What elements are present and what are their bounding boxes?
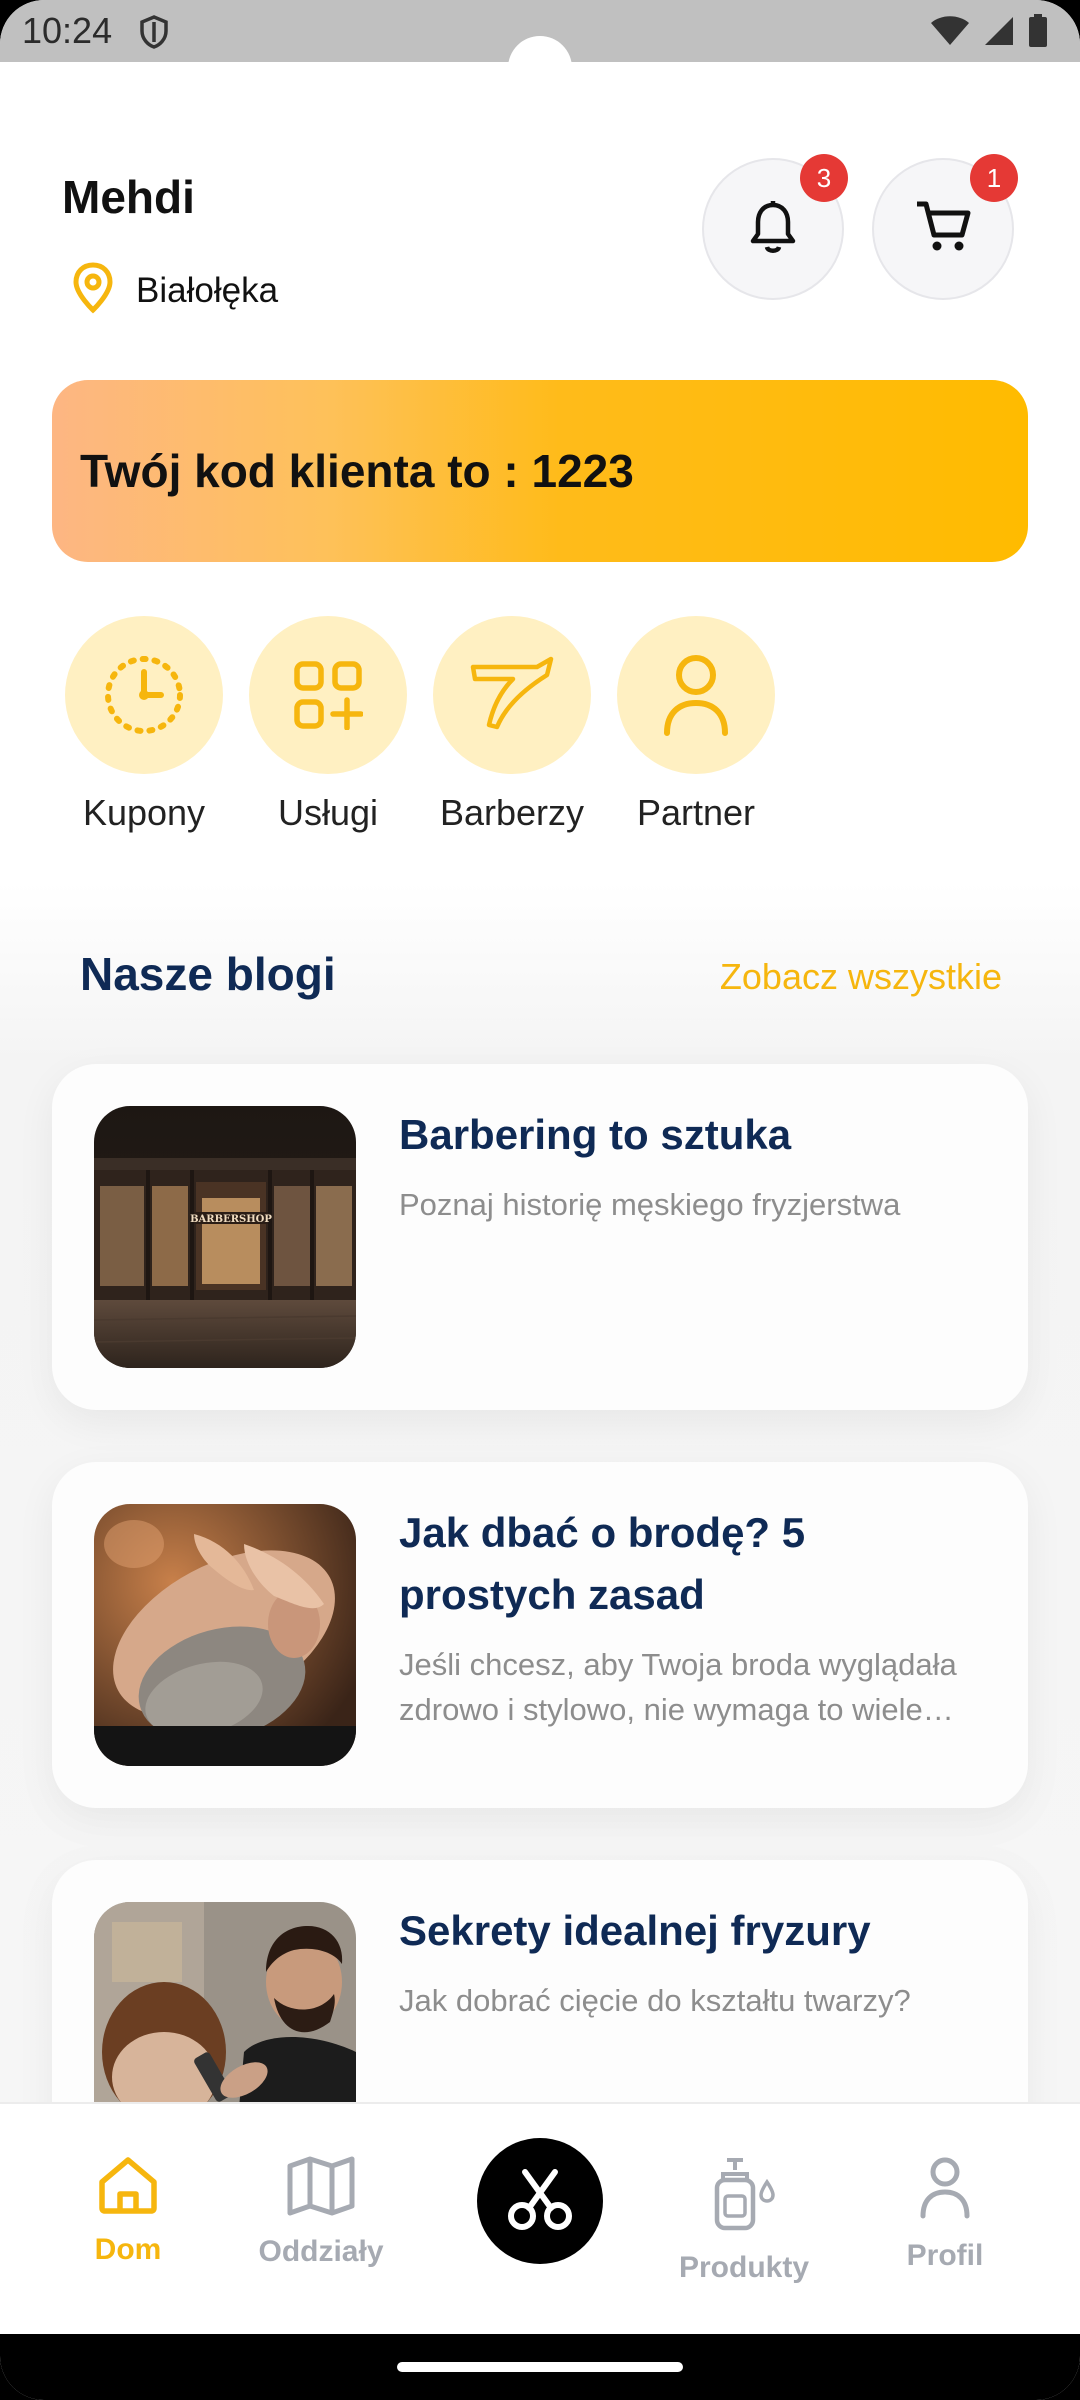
cellular-signal-icon: [984, 15, 1014, 52]
shield-icon: [138, 14, 170, 55]
person-icon: [617, 616, 775, 774]
status-time: 10:24: [22, 10, 113, 51]
quick-action-barberzy[interactable]: Barberzy: [420, 616, 604, 834]
quick-action-label: Barberzy: [439, 792, 585, 833]
profile-icon: [919, 2157, 971, 2224]
nav-label: Dom: [94, 2233, 162, 2266]
quick-action-label: Usługi: [277, 792, 379, 833]
blog-title: Barbering to sztuka: [399, 1111, 792, 1158]
nav-item-oddzialy[interactable]: Oddziały: [236, 2156, 406, 2269]
nav-item-dom[interactable]: Dom: [43, 2156, 213, 2267]
customer-code-text: Twój kod klienta to : 1223: [80, 445, 634, 497]
blog-card[interactable]: Jak dbać o brodę? 5 prostych zasad Jeśli…: [52, 1462, 1028, 1808]
storefront-sign-text: BARBERSHOP: [190, 1214, 272, 1225]
phone-screen: 10:24 Mehdi Białołęka 3 1 Twój kod klien…: [0, 0, 1080, 2400]
cart-icon: [914, 199, 972, 260]
beard-care-photo: [94, 1504, 356, 1766]
wifi-icon: [930, 15, 970, 52]
location-label: Białołęka: [136, 270, 279, 310]
gesture-bar: [0, 2334, 1080, 2400]
home-content[interactable]: Mehdi Białołęka 3 1 Twój kod klienta to …: [0, 62, 1080, 2102]
nav-label: Oddziały: [258, 2235, 384, 2268]
blog-title: Sekrety idealnej fryzury: [399, 1907, 871, 1954]
see-all-link[interactable]: Zobacz wszystkie: [720, 956, 1002, 998]
apps-add-icon: [249, 616, 407, 774]
nav-item-produkty[interactable]: Produkty: [659, 2156, 829, 2285]
blog-title: Jak dbać o brodę? 5 prostych zasad: [399, 1509, 806, 1618]
bell-icon: [748, 199, 798, 260]
haircut-photo: [94, 1902, 356, 2102]
battery-icon: [1028, 14, 1048, 53]
location-row[interactable]: Białołęka: [72, 262, 278, 319]
soap-bottle-icon: [709, 2158, 779, 2236]
nav-item-profil[interactable]: Profil: [860, 2156, 1030, 2273]
bottom-navigation: Dom Oddziały Produkty Profil: [0, 2102, 1080, 2334]
quick-action-kupony[interactable]: Kupony: [52, 616, 236, 834]
cart-button[interactable]: 1: [872, 154, 1018, 300]
home-icon: [97, 2157, 159, 2218]
nav-label: Produkty: [678, 2251, 810, 2284]
user-name: Mehdi: [62, 171, 195, 223]
quick-action-uslugi[interactable]: Usługi: [236, 616, 420, 834]
scissors-icon: [507, 2166, 573, 2237]
book-appointment-button[interactable]: [477, 2138, 603, 2264]
barbershop-storefront-photo: BARBERSHOP: [94, 1106, 356, 1368]
clock-icon: [65, 616, 223, 774]
razor-icon: [433, 616, 591, 774]
map-icon: [286, 2156, 356, 2220]
blog-description: Poznaj historię męskiego fryzjerstwa: [399, 1187, 901, 1222]
blog-description: Jak dobrać cięcie do kształtu twarzy?: [399, 1983, 911, 2018]
quick-action-label: Partner: [636, 792, 756, 833]
home-gesture-handle[interactable]: [397, 2362, 683, 2372]
nav-label: Profil: [906, 2239, 984, 2272]
blog-description: Jeśli chcesz, aby Twoja broda wyglądała …: [399, 1647, 957, 1727]
blog-card[interactable]: Sekrety idealnej fryzury Jak dobrać cięc…: [52, 1860, 1028, 2102]
location-pin-icon: [72, 262, 114, 319]
blogs-section-title: Nasze blogi: [80, 948, 336, 1000]
quick-action-partner[interactable]: Partner: [604, 616, 788, 834]
notifications-badge: 3: [800, 154, 848, 202]
quick-action-label: Kupony: [82, 792, 206, 833]
customer-code-card: Twój kod klienta to : 1223: [52, 380, 1028, 562]
notifications-button[interactable]: 3: [702, 154, 848, 300]
cart-badge: 1: [970, 154, 1018, 202]
blog-card[interactable]: BARBERSHOP Barbering to sztuka Poznaj hi…: [52, 1064, 1028, 1410]
